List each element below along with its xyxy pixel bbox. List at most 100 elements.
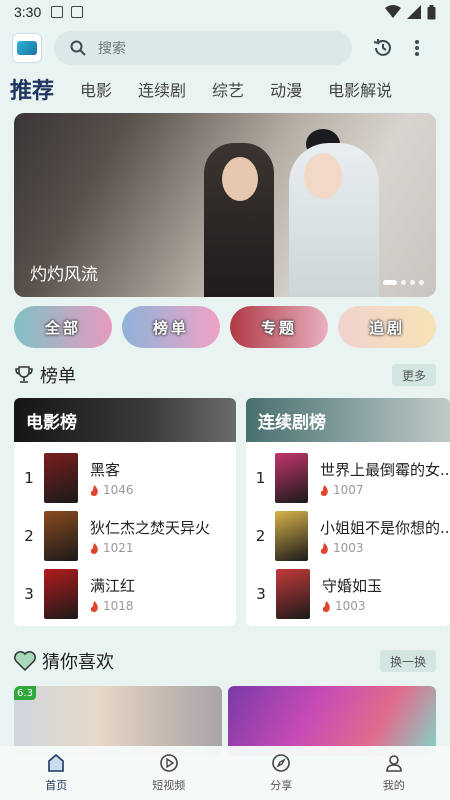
play-icon [159,754,178,772]
rank-row[interactable]: 3 守婚如玉 1003 [246,568,450,620]
nav-profile-label: 我的 [382,779,405,792]
rank-number: 1 [255,469,266,487]
rank-number: 2 [255,527,266,545]
wifi-icon [385,5,401,18]
battery-icon [427,4,436,19]
logo-mark [17,41,37,55]
rank-number: 1 [24,469,34,487]
heat-score: 1003 [320,541,450,555]
poster-thumbnail [44,511,78,561]
rank-row[interactable]: 1 黑客 1046 [14,452,236,504]
pagination-dot-active [383,280,397,285]
rank-number: 3 [256,585,266,603]
search-icon [70,40,86,56]
tab-movie-commentary[interactable]: 电影解说 [328,77,392,101]
heat-score: 1046 [90,483,134,497]
gallery-notification-icon [51,6,64,18]
status-bar: 3:30 [0,0,450,24]
heat-score: 1003 [322,599,382,613]
banner-face-woman [304,153,342,199]
flame-icon [90,542,98,554]
hero-banner[interactable]: 灼灼风流 [14,113,436,297]
nav-home-label: 首页 [45,779,68,792]
tab-recommend[interactable]: 推荐 [10,73,54,105]
nav-share[interactable]: 分享 [225,746,338,800]
pagination-dot [419,280,424,285]
nav-home[interactable]: 首页 [0,746,113,800]
flame-icon [320,542,328,554]
more-options-button[interactable] [402,33,432,63]
history-icon [373,39,391,56]
rank-row[interactable]: 3 满江红 1018 [14,568,236,620]
poster-thumbnail [44,453,78,503]
category-tabs: 推荐 电影 连续剧 综艺 动漫 电影解说 [0,72,450,106]
history-button[interactable] [368,33,398,63]
tab-series[interactable]: 连续剧 [138,77,186,101]
compass-icon [272,754,291,772]
heat-score: 1021 [90,541,210,555]
refresh-button[interactable]: 换一换 [379,650,436,672]
flame-icon [90,600,98,612]
pill-topics[interactable]: 专题 [230,306,328,348]
rank-section-title: 榜单 [40,366,76,387]
rank-item-title: 小姐姐不是你想的... [319,519,450,537]
search-placeholder: 搜索 [98,41,126,57]
bottom-navigation: 首页 短视频 分享 我的 [0,746,450,800]
more-vertical-icon [415,40,419,56]
poster-thumbnail [44,569,78,619]
rank-item-title: 世界上最倒霉的女... [319,461,450,479]
score-badge: 6.3 [14,686,36,700]
tab-anime[interactable]: 动漫 [270,77,302,101]
rank-row[interactable]: 2 狄仁杰之焚天异火 1021 [14,510,236,562]
pill-ranking-label: 榜单 [152,318,189,337]
rank-section-header: 榜单 更多 [14,362,436,388]
heat-value: 1021 [103,541,134,555]
heat-value: 1046 [103,483,134,497]
poster-thumbnail [276,569,310,619]
signal-icon [407,5,421,19]
status-time: 3:30 [14,4,42,20]
pagination-dot [410,280,415,285]
flame-icon [322,600,330,612]
app-header: 搜索 [0,28,450,68]
pill-following[interactable]: 追剧 [338,306,436,348]
trophy-icon [15,366,33,383]
app-logo[interactable] [12,33,42,63]
series-rank-card: 连续剧榜 1 世界上最倒霉的女... 1007 2 小姐姐不是你想的... 10… [246,398,450,626]
guess-section-header: 猜你喜欢 换一换 [14,648,436,674]
rank-row[interactable]: 2 小姐姐不是你想的... 1003 [246,510,450,562]
tab-variety[interactable]: 综艺 [212,77,244,101]
rank-number: 2 [24,527,34,545]
pill-following-label: 追剧 [368,318,405,337]
rank-item-title: 守婚如玉 [322,577,383,595]
user-icon [385,755,402,772]
banner-pagination [383,280,424,285]
nav-short-video[interactable]: 短视频 [113,746,226,800]
search-bar[interactable]: 搜索 [54,31,352,65]
nav-profile[interactable]: 我的 [338,746,450,800]
pagination-dot [401,280,406,285]
nav-short-video-label: 短视频 [152,779,186,792]
banner-title: 灼灼风流 [30,265,98,285]
heat-value: 1018 [103,599,134,613]
rank-more-button[interactable]: 更多 [391,364,436,386]
nav-share-label: 分享 [270,779,293,792]
pill-topics-label: 专题 [260,318,297,337]
heart-icon [14,651,36,671]
home-icon [48,753,65,772]
pill-all[interactable]: 全部 [14,306,112,348]
rank-number: 3 [24,585,34,603]
poster-thumbnail [275,453,308,503]
movie-rank-title[interactable]: 电影榜 [14,398,236,442]
heat-score: 1007 [320,483,450,497]
rank-item-title: 黑客 [90,461,121,479]
banner-face-man [222,157,258,201]
heat-value: 1003 [335,599,366,613]
tab-movie[interactable]: 电影 [80,77,112,101]
rank-row[interactable]: 1 世界上最倒霉的女... 1007 [246,452,450,504]
quick-category-pills: 全部 榜单 专题 追剧 [14,306,450,348]
series-rank-title[interactable]: 连续剧榜 [246,398,450,442]
pill-ranking[interactable]: 榜单 [122,306,220,348]
movie-rank-card: 电影榜 1 黑客 1046 2 狄仁杰之焚天异火 1021 3 满江红 1018 [14,398,236,626]
app-notification-icon [71,6,84,18]
